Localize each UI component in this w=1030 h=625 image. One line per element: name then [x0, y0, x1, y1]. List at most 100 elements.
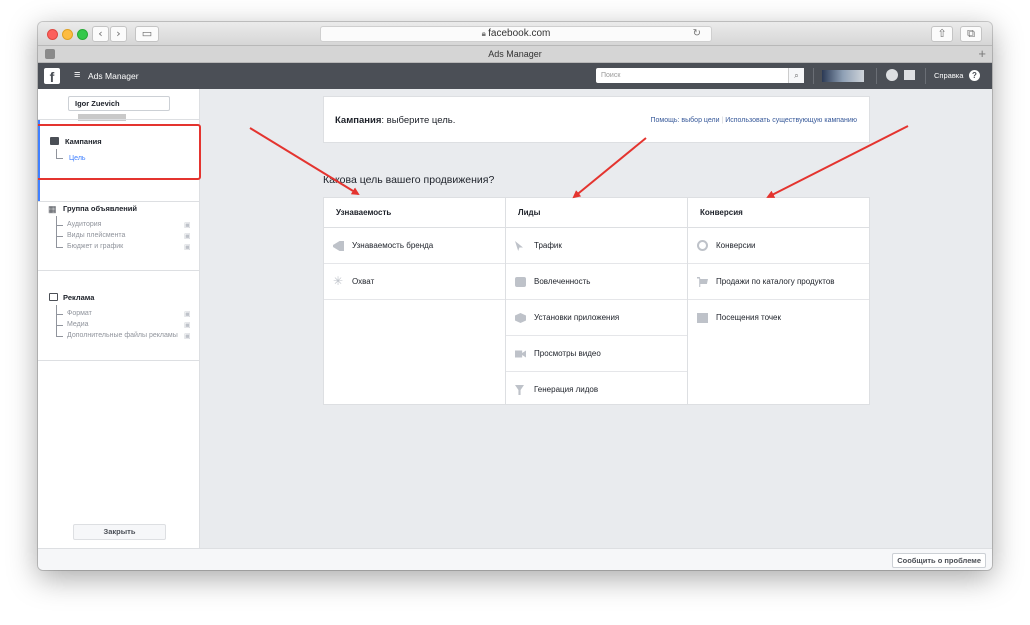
objective-label: Просмотры видео — [534, 349, 601, 358]
reload-icon[interactable]: ↻ — [693, 27, 701, 41]
zoom-window-button[interactable] — [77, 29, 88, 40]
reach-icon: ✳ — [333, 274, 344, 288]
campaign-highlight-box — [38, 124, 201, 180]
lock-icon: ▣ — [184, 311, 191, 318]
tree-line — [56, 336, 63, 337]
sidebar-item-objective[interactable]: Цель — [69, 155, 86, 162]
browser-window: ‹ › ▭ 🔒︎ facebook.com ↻ ⇧ ⧉ Ads Manager … — [38, 22, 992, 570]
account-avatar[interactable] — [822, 70, 864, 82]
objective-label: Генерация лидов — [534, 385, 599, 394]
help-icon[interactable]: ? — [969, 70, 980, 81]
funnel-icon — [515, 385, 524, 395]
objective-label: Узнаваемость бренда — [352, 241, 434, 250]
url-bar[interactable]: 🔒︎ facebook.com ↻ — [320, 26, 712, 42]
column-conversion: Конверсия Конверсии Продажи по каталогу … — [688, 198, 869, 404]
divider — [925, 68, 926, 84]
section-ad-title[interactable]: Реклама — [63, 293, 94, 302]
tab-bar: Ads Manager + — [38, 46, 992, 63]
tree-line — [56, 216, 57, 247]
tree-line — [56, 305, 57, 336]
column-awareness: Узнаваемость Узнаваемость бренда ✳ Охват — [324, 198, 506, 404]
browser-titlebar: ‹ › ▭ 🔒︎ facebook.com ↻ ⇧ ⧉ — [38, 22, 992, 46]
header-links: Помощь: выбор цели | Использовать сущест… — [651, 117, 858, 124]
lock-icon: ▣ — [184, 322, 191, 329]
objective-option[interactable]: Вовлеченность — [506, 264, 687, 300]
tab-close-icon[interactable] — [45, 49, 55, 59]
page-title-bold: Кампания — [335, 115, 382, 126]
divider — [876, 68, 877, 84]
share-icon[interactable]: ⇧ — [931, 26, 953, 42]
search-icon[interactable]: ⌕ — [788, 68, 804, 83]
sidebar-item-budget[interactable]: Бюджет и график — [67, 243, 123, 250]
close-button[interactable]: Закрыть — [73, 524, 166, 540]
help-objective-link[interactable]: Помощь: выбор цели — [651, 117, 720, 124]
close-window-button[interactable] — [47, 29, 58, 40]
section-adset-title[interactable]: Группа объявлений — [63, 204, 137, 213]
facebook-logo-icon[interactable]: f — [44, 68, 60, 85]
minimize-window-button[interactable] — [62, 29, 73, 40]
sidebar-item-placements[interactable]: Виды плейсмента — [67, 232, 125, 239]
lock-icon: ▣ — [184, 244, 191, 251]
divider — [38, 119, 200, 120]
new-tab-icon[interactable]: + — [978, 46, 986, 62]
ads-manager-header: f ≡ Ads Manager Поиск ⌕ Справка ? — [38, 63, 992, 89]
campaign-header-card: Кампания: выберите цель. Помощь: выбор ц… — [323, 96, 870, 143]
url-text: facebook.com — [488, 28, 551, 39]
objective-option[interactable]: Конверсии — [688, 228, 869, 264]
tab-title[interactable]: Ads Manager — [488, 49, 542, 59]
objective-option[interactable]: ✳ Охват — [324, 264, 505, 300]
cursor-icon — [515, 241, 523, 251]
help-link[interactable]: Справка — [934, 71, 963, 80]
objective-option[interactable]: Узнаваемость бренда — [324, 228, 505, 264]
section-campaign-title[interactable]: Кампания — [65, 137, 102, 146]
sidebar-item-media[interactable]: Медиа — [67, 321, 89, 328]
objective-option[interactable]: Посещения точек — [688, 300, 869, 336]
tree-line — [56, 149, 57, 158]
objective-label: Конверсии — [716, 241, 756, 250]
bottom-bar: Сообщить о проблеме — [38, 548, 992, 570]
page-title: Кампания: выберите цель. — [335, 115, 455, 126]
video-icon — [515, 350, 526, 358]
user-name: Igor Zuevich — [75, 99, 120, 108]
divider — [38, 360, 200, 361]
objective-label: Трафик — [534, 241, 562, 250]
search-input[interactable]: Поиск — [596, 68, 804, 83]
tree-line — [56, 236, 63, 237]
sidebar-toggle-icon[interactable]: ▭ — [135, 26, 159, 42]
column-header: Конверсия — [688, 198, 869, 228]
ad-icon — [49, 293, 58, 301]
objective-label: Посещения точек — [716, 313, 781, 322]
back-button[interactable]: ‹ — [92, 26, 109, 42]
lock-icon: ▣ — [184, 333, 191, 340]
objective-label: Вовлеченность — [534, 277, 591, 286]
use-existing-campaign-link[interactable]: Использовать существующую кампанию — [725, 117, 857, 124]
objective-option[interactable]: Продажи по каталогу продуктов — [688, 264, 869, 300]
annotation-arrow — [572, 137, 647, 199]
user-selector[interactable]: Igor Zuevich — [68, 96, 170, 121]
objective-table: Узнаваемость Узнаваемость бренда ✳ Охват… — [323, 197, 870, 405]
objective-option[interactable]: Трафик — [506, 228, 687, 264]
tree-line — [56, 325, 63, 326]
report-problem-button[interactable]: Сообщить о проблеме — [892, 553, 986, 568]
tree-line — [56, 314, 63, 315]
tree-line — [56, 158, 63, 159]
globe-icon — [697, 240, 708, 251]
globe-icon[interactable] — [886, 69, 898, 81]
menu-icon[interactable]: ≡ — [74, 69, 80, 81]
flag-icon[interactable] — [904, 70, 915, 80]
lock-icon: ▣ — [184, 222, 191, 229]
objective-question: Какова цель вашего продвижения? — [323, 174, 495, 186]
sidebar-item-audience[interactable]: Аудитория — [67, 221, 101, 228]
tabs-overview-icon[interactable]: ⧉ — [960, 26, 982, 42]
chat-icon — [515, 277, 526, 287]
app-title[interactable]: Ads Manager — [88, 71, 139, 81]
objective-option[interactable]: Установки приложения — [506, 300, 687, 336]
sidebar-item-format[interactable]: Формат — [67, 310, 92, 317]
objective-option[interactable]: Генерация лидов — [506, 372, 687, 408]
forward-button[interactable]: › — [110, 26, 127, 42]
objective-option[interactable]: Просмотры видео — [506, 336, 687, 372]
objective-label: Установки приложения — [534, 313, 620, 322]
tree-line — [56, 225, 63, 226]
sidebar-item-extra-assets[interactable]: Дополнительные файлы рекламы — [67, 332, 178, 339]
column-leads: Лиды Трафик Вовлеченность Установки прил… — [506, 198, 688, 404]
